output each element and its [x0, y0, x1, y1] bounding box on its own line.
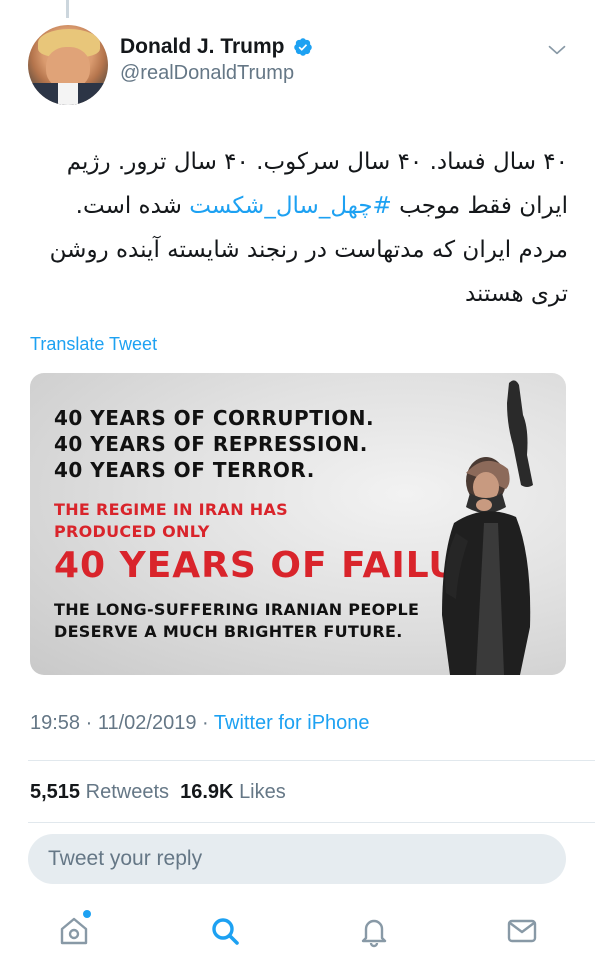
retweets-label: Retweets	[85, 781, 169, 803]
tweet-source-link[interactable]: Twitter for iPhone	[214, 712, 370, 734]
tweet-date: 11/02/2019	[97, 712, 197, 734]
handle[interactable]: @realDonaldTrump	[120, 62, 313, 85]
display-name[interactable]: Donald J. Trump	[120, 35, 285, 59]
tweet-body: ۴۰ سال فساد. ۴۰ سال سرکوب. ۴۰ سال ترور. …	[28, 140, 568, 316]
verified-badge-icon	[294, 38, 312, 56]
avatar-shirt	[58, 83, 78, 105]
translate-tweet-link[interactable]: Translate Tweet	[30, 334, 157, 355]
chevron-down-icon[interactable]	[547, 40, 567, 60]
hashtag-link[interactable]: #چهل_سال_شکست	[189, 193, 392, 219]
tweet-stats: 5,515 Retweets 16.9K Likes	[30, 781, 286, 804]
media-line-8: DESERVE A MUCH BRIGHTER FUTURE.	[54, 622, 403, 641]
tab-search[interactable]	[208, 914, 242, 948]
avatar[interactable]	[28, 25, 108, 105]
home-icon	[60, 917, 88, 945]
media-line-2: 40 YEARS OF REPRESSION.	[54, 432, 368, 456]
author-block[interactable]: Donald J. Trump @realDonaldTrump	[120, 35, 313, 85]
divider	[28, 760, 595, 761]
media-line-7: THE LONG-SUFFERING IRANIAN PEOPLE	[54, 600, 420, 619]
thread-connector	[66, 0, 69, 18]
protester-figure-image	[442, 380, 533, 675]
media-line-3: 40 YEARS OF TERROR.	[54, 458, 315, 482]
timestamp-separator-1: ·	[85, 712, 93, 734]
home-notification-dot	[83, 910, 91, 918]
likes-label: Likes	[239, 781, 286, 803]
bottom-tab-bar	[0, 900, 595, 960]
envelope-icon	[507, 919, 537, 943]
media-line-4: THE REGIME IN IRAN HAS	[54, 500, 288, 519]
likes-count: 16.9K	[180, 781, 234, 803]
retweets-stat[interactable]: 5,515 Retweets	[30, 781, 169, 803]
timestamp-separator-2: ·	[202, 712, 209, 734]
tab-messages[interactable]	[505, 914, 539, 948]
tweet-media-image[interactable]: 40 YEARS OF CORRUPTION. 40 YEARS OF REPR…	[30, 373, 566, 675]
tweet-header: Donald J. Trump @realDonaldTrump	[0, 20, 595, 110]
tweet-timestamp: 19:58 · 11/02/2019 · Twitter for iPhone	[30, 712, 370, 735]
media-line-5: PRODUCED ONLY	[54, 522, 210, 541]
media-line-1: 40 YEARS OF CORRUPTION.	[54, 406, 375, 430]
tab-home[interactable]	[57, 914, 91, 948]
likes-stat[interactable]: 16.9K Likes	[180, 781, 286, 803]
tweet-time: 19:58	[30, 712, 81, 734]
tab-notifications[interactable]	[357, 914, 391, 948]
search-icon	[212, 918, 239, 945]
bell-icon	[361, 919, 387, 948]
retweets-count: 5,515	[30, 781, 81, 803]
divider	[28, 822, 595, 823]
reply-input[interactable]: Tweet your reply	[28, 834, 566, 884]
